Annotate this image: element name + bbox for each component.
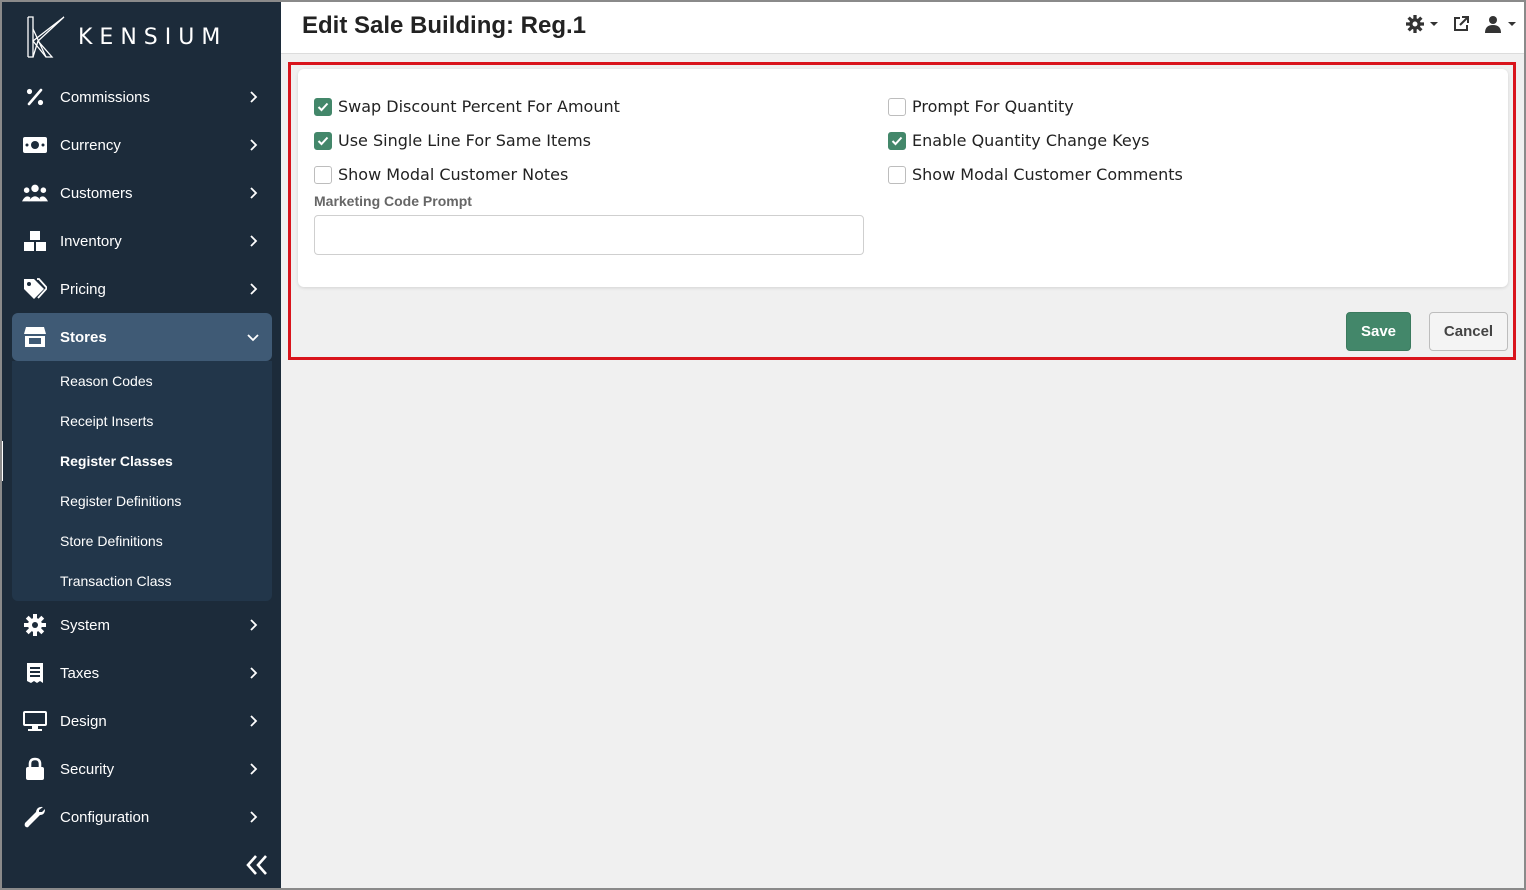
brand-name: KENSIUM [78, 24, 228, 50]
checkbox-label: Use Single Line For Same Items [338, 131, 591, 150]
checkbox-use-single-line[interactable]: Use Single Line For Same Items [314, 131, 591, 150]
checkbox-box[interactable] [314, 131, 332, 150]
check-icon [317, 102, 329, 111]
sidebar-nav: Commissions Currency Customers Inventory [0, 73, 272, 841]
wrench-icon [22, 805, 48, 829]
caret-down-icon [1508, 22, 1516, 26]
sidebar-item-design[interactable]: Design [12, 697, 272, 745]
sidebar: KENSIUM Commissions Currency Customers I… [0, 0, 281, 890]
sidebar-item-label: Stores [60, 328, 107, 346]
sidebar-item-label: Security [60, 760, 115, 778]
chevron-right-icon [250, 763, 258, 775]
sidebar-item-label: Taxes [60, 664, 100, 682]
chevron-down-icon [247, 334, 259, 342]
checkbox-show-modal-customer-notes[interactable]: Show Modal Customer Notes [314, 165, 568, 184]
check-icon [891, 136, 903, 145]
sidebar-item-commissions[interactable]: Commissions [12, 73, 272, 121]
external-link-icon [1454, 16, 1469, 31]
checkbox-prompt-for-quantity[interactable]: Prompt For Quantity [888, 97, 1074, 116]
checkbox-box[interactable] [888, 131, 906, 150]
boxes-icon [22, 229, 48, 253]
caret-down-icon [1430, 22, 1438, 26]
chevron-right-icon [250, 235, 258, 247]
checkbox-label: Show Modal Customer Notes [338, 165, 569, 184]
sidebar-item-customers[interactable]: Customers [12, 169, 272, 217]
submenu-item-store-definitions[interactable]: Store Definitions [12, 521, 272, 561]
user-menu-button[interactable] [1484, 15, 1516, 33]
submenu-item-reason-codes[interactable]: Reason Codes [12, 361, 272, 401]
checkbox-label: Enable Quantity Change Keys [912, 131, 1150, 150]
checkbox-box[interactable] [314, 97, 332, 116]
sidebar-item-inventory[interactable]: Inventory [12, 217, 272, 265]
stores-submenu: Reason Codes Receipt Inserts Register Cl… [0, 361, 272, 601]
user-icon [1485, 16, 1501, 33]
sidebar-item-stores[interactable]: Stores [12, 313, 272, 361]
monitor-icon [22, 709, 48, 733]
chevron-right-icon [250, 811, 258, 823]
check-icon [317, 136, 329, 145]
submenu-item-receipt-inserts[interactable]: Receipt Inserts [12, 401, 272, 441]
chevron-right-icon [250, 715, 258, 727]
checkbox-label: Show Modal Customer Comments [912, 165, 1183, 184]
marketing-code-prompt-label: Marketing Code Prompt [314, 193, 472, 209]
sidebar-item-label: Inventory [60, 232, 122, 250]
collapse-sidebar-icon[interactable] [244, 852, 270, 878]
sidebar-item-label: Design [60, 712, 107, 730]
gear-icon [1406, 15, 1424, 33]
lock-icon [22, 757, 48, 781]
checkbox-label: Swap Discount Percent For Amount [338, 97, 620, 116]
sidebar-item-label: System [60, 616, 111, 634]
sidebar-item-security[interactable]: Security [12, 745, 272, 793]
submenu-item-register-classes[interactable]: Register Classes [0, 441, 272, 481]
submenu-item-register-definitions[interactable]: Register Definitions [12, 481, 272, 521]
save-button[interactable]: Save [1346, 312, 1411, 351]
page-title: Edit Sale Building: Reg.1 [302, 12, 587, 39]
sidebar-item-pricing[interactable]: Pricing [12, 265, 272, 313]
sidebar-item-label: Configuration [60, 808, 150, 826]
percent-icon [22, 85, 48, 109]
tags-icon [22, 277, 48, 301]
sidebar-item-label: Currency [60, 136, 121, 154]
chevron-right-icon [250, 667, 258, 679]
users-icon [22, 181, 48, 205]
checkbox-box[interactable] [314, 165, 332, 184]
sidebar-item-label: Commissions [60, 88, 151, 106]
sidebar-item-taxes[interactable]: Taxes [12, 649, 272, 697]
sidebar-item-label: Pricing [60, 280, 106, 298]
header-actions [1406, 15, 1516, 33]
marketing-code-prompt-input[interactable] [314, 215, 864, 255]
page-header: Edit Sale Building: Reg.1 [281, 0, 1526, 54]
receipt-icon [22, 661, 48, 685]
chevron-right-icon [250, 187, 258, 199]
sidebar-item-currency[interactable]: Currency [12, 121, 272, 169]
money-icon [22, 133, 48, 157]
checkbox-show-modal-customer-comments[interactable]: Show Modal Customer Comments [888, 165, 1183, 184]
kensium-logo-icon [27, 16, 65, 58]
register-class-form: Swap Discount Percent For Amount Use Sin… [298, 69, 1508, 287]
chevron-right-icon [250, 139, 258, 151]
chevron-right-icon [250, 283, 258, 295]
checkbox-box[interactable] [888, 97, 906, 116]
chevron-right-icon [250, 619, 258, 631]
kensium-logo[interactable]: KENSIUM [26, 14, 227, 60]
checkbox-swap-discount-percent[interactable]: Swap Discount Percent For Amount [314, 97, 620, 116]
sidebar-item-label: Customers [60, 184, 133, 202]
settings-menu-button[interactable] [1406, 15, 1438, 33]
checkbox-box[interactable] [888, 165, 906, 184]
checkbox-enable-quantity-change-keys[interactable]: Enable Quantity Change Keys [888, 131, 1150, 150]
sidebar-item-configuration[interactable]: Configuration [12, 793, 272, 841]
cancel-button[interactable]: Cancel [1429, 312, 1508, 351]
sidebar-item-system[interactable]: System [12, 601, 272, 649]
checkbox-label: Prompt For Quantity [912, 97, 1074, 116]
store-icon [22, 325, 48, 349]
submenu-item-transaction-class[interactable]: Transaction Class [12, 561, 272, 601]
open-external-button[interactable] [1452, 15, 1470, 33]
gear-icon [22, 613, 48, 637]
chevron-right-icon [250, 91, 258, 103]
